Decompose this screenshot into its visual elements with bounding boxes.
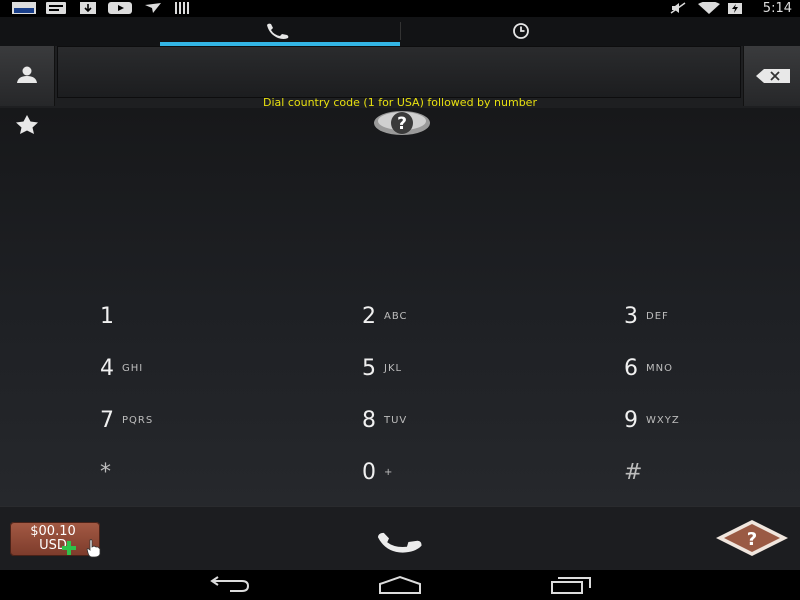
news-app-icon <box>12 2 36 14</box>
dial-key-6[interactable]: 6 MNO <box>624 356 784 386</box>
status-time: 5:14 <box>762 1 792 16</box>
phone-icon <box>267 23 289 39</box>
back-icon[interactable] <box>206 575 252 595</box>
plus-icon <box>62 541 76 555</box>
wifi-icon <box>698 2 720 14</box>
dial-key-2[interactable]: 2 ABC <box>362 304 522 334</box>
status-bar: 5:14 <box>0 0 800 17</box>
dial-key-3[interactable]: 3 DEF <box>624 304 784 334</box>
dial-key-9[interactable]: 9 WXYZ <box>624 408 784 438</box>
dial-key-1[interactable]: 1 <box>100 304 260 334</box>
dial-key-7[interactable]: 7 PQRS <box>100 408 260 438</box>
barcode-icon <box>175 2 189 14</box>
number-input[interactable] <box>57 46 741 98</box>
dial-key-4[interactable]: 4 GHI <box>100 356 260 386</box>
dial-key-star[interactable]: * <box>100 460 260 490</box>
mute-icon <box>670 2 686 14</box>
battery-icon <box>728 3 742 14</box>
dial-key-5[interactable]: 5 JKL <box>362 356 522 386</box>
dial-key-hash[interactable]: # <box>624 460 784 490</box>
svg-text:?: ? <box>397 114 407 134</box>
clock-icon <box>513 23 529 39</box>
download-icon <box>80 2 96 14</box>
youtube-icon <box>108 2 132 14</box>
flight-icon <box>145 3 161 13</box>
hand-pointer-icon <box>86 539 101 558</box>
help-button[interactable]: ? <box>714 518 790 558</box>
dial-key-8[interactable]: 8 TUV <box>362 408 522 438</box>
favorites-star-icon[interactable] <box>10 114 44 134</box>
credit-amount: $00.10 <box>30 524 76 539</box>
backspace-icon <box>756 69 790 83</box>
person-icon <box>17 66 37 83</box>
svg-text:?: ? <box>747 529 757 550</box>
tab-history[interactable] <box>401 17 641 46</box>
help-badge-icon[interactable]: ? <box>373 109 431 137</box>
home-icon[interactable] <box>376 575 424 595</box>
dial-key-0[interactable]: 0 + <box>362 460 522 490</box>
message-icon <box>46 2 66 14</box>
recent-apps-icon[interactable] <box>548 575 594 595</box>
call-button[interactable] <box>372 522 432 556</box>
